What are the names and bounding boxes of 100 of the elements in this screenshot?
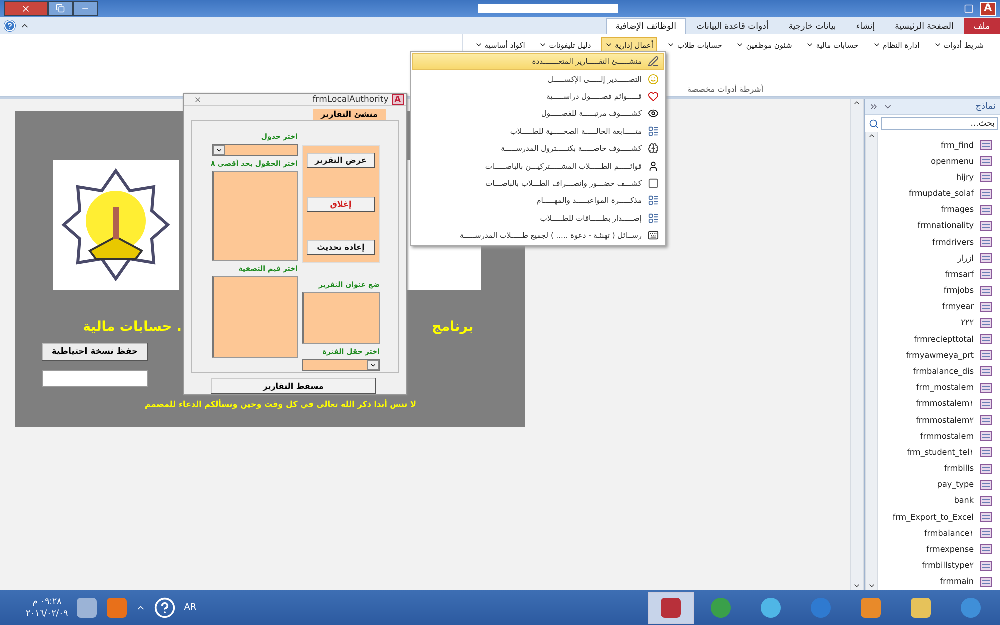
app-icon[interactable]: A (980, 2, 996, 16)
form-icon (980, 172, 992, 182)
form-tab[interactable]: منشئ التقارير (313, 109, 386, 120)
form-icon (980, 480, 992, 490)
form-icon (980, 398, 992, 409)
help-icon[interactable] (154, 596, 176, 618)
list-field[interactable] (212, 276, 298, 358)
language-indicator[interactable]: AR (184, 602, 197, 612)
caret-icon (474, 41, 483, 49)
form-list-item[interactable]: frmyawmeya_prt (878, 347, 1000, 364)
form-list-item[interactable]: frmjobs (878, 282, 1000, 299)
ribbon-tab[interactable]: ملف (964, 18, 1000, 34)
form-icon (980, 464, 992, 474)
form-icon (648, 126, 659, 137)
scroll-up-icon[interactable] (853, 99, 861, 107)
program-title: برنامج (432, 319, 474, 335)
form-list-item[interactable]: frmmostalem (878, 428, 1000, 444)
form-list-item[interactable]: frmbillstype٢ (878, 557, 1000, 574)
form-list-item[interactable]: frmexpense (878, 541, 1000, 558)
ribbon-tab[interactable]: الصفحة الرئيسية (885, 18, 964, 34)
form-list-item[interactable]: ازرار (878, 250, 1000, 266)
form-list-item[interactable]: frmbalance١ (878, 525, 1000, 542)
close-button[interactable] (4, 1, 48, 16)
person-icon (648, 160, 659, 172)
form-button[interactable]: مسقط التقارير (211, 378, 376, 394)
form-icon (980, 220, 992, 231)
form-button[interactable]: عرض التقرير (307, 153, 375, 168)
keyboard-icon (648, 230, 659, 242)
pane-title: نماذج (976, 102, 996, 112)
form-list-item[interactable]: ٢٢٢ (878, 314, 1000, 332)
form-list-item[interactable]: frmreciepttotal (878, 331, 1000, 348)
form-icon (980, 528, 992, 538)
form-icon (980, 415, 992, 425)
ribbon-tab[interactable]: بيانات خارجية (778, 18, 846, 34)
caret-icon (934, 41, 942, 49)
brain-icon (648, 143, 659, 154)
caret-icon (806, 41, 814, 49)
form-button[interactable]: إغلاق (307, 196, 375, 212)
clock-time: ٠٩:٢٨ م (32, 596, 62, 606)
close-icon (21, 4, 31, 14)
clock-date: ٢٠١٦/٠٢/٠٩ (26, 608, 68, 618)
form-list-item[interactable]: frm_Export_to_Excel (878, 508, 1000, 526)
form-icon (980, 286, 992, 296)
form-list-item[interactable]: bank (878, 492, 1000, 509)
search-icon[interactable] (867, 118, 881, 128)
form-list-item[interactable]: frmnationality (878, 218, 1000, 234)
form-list-item[interactable]: frmdrivers (878, 234, 1000, 250)
form-list-item[interactable]: frmmain (878, 574, 1000, 590)
form-icon (980, 237, 992, 248)
footer-text: لا تنس أبدا ذكر الله تعالى في كل وقت وحين ونسألكم الدعاء للمصمم (145, 400, 416, 409)
form-list-item[interactable]: frmbalance_dis (878, 363, 1000, 380)
form-list-item[interactable]: frm_mostalem (878, 380, 1000, 396)
scroll-up-icon[interactable] (868, 132, 876, 140)
backup-button[interactable]: حفظ نسخة احتياطية (42, 343, 148, 361)
list-field[interactable] (212, 171, 298, 261)
form-list-item[interactable]: frmmostalem١ (878, 396, 1000, 412)
search-field[interactable]: بحث... (881, 117, 998, 130)
dropdown-field[interactable] (212, 144, 298, 156)
form-list-item[interactable]: frmbills (878, 460, 1000, 477)
help-icon[interactable] (4, 20, 16, 32)
square-icon (648, 178, 659, 189)
collapse-icon[interactable] (869, 102, 879, 112)
form-icon (980, 204, 992, 215)
text-field[interactable] (302, 292, 380, 344)
app-icon: A (392, 94, 404, 105)
form-icon (980, 447, 992, 458)
ribbon-tab[interactable]: أدوات قاعدة البيانات (686, 18, 779, 34)
dropdown-field[interactable] (302, 359, 380, 371)
form-button[interactable]: إعادة تحديث (307, 240, 375, 255)
form-icon (980, 366, 992, 376)
form-list-item[interactable]: openmenu (878, 153, 1000, 170)
input-field[interactable] (42, 370, 148, 387)
minimize-button[interactable] (73, 1, 98, 16)
ribbon-tab[interactable]: إنشاء (846, 18, 886, 34)
form-list-item[interactable]: pay_type (878, 476, 1000, 493)
form-list-item[interactable]: hijry (878, 169, 1000, 186)
taskbar-app-button[interactable] (648, 592, 694, 624)
form-icon (980, 269, 992, 280)
form-list-item[interactable]: frmsarf (878, 266, 1000, 283)
form-icon (980, 382, 992, 393)
form-list-item[interactable]: frmmostalem٢ (878, 412, 1000, 428)
ribbon-tab[interactable]: الوظائف الإضافية (606, 18, 686, 34)
form-icon (648, 195, 659, 206)
scrollbar[interactable] (850, 99, 864, 590)
form-list-item[interactable]: frmupdate_solaf (878, 186, 1000, 202)
close-icon[interactable] (194, 96, 202, 104)
form-icon (980, 512, 992, 522)
form-list-item[interactable]: frmyear (878, 298, 1000, 315)
heart-icon (648, 90, 659, 102)
scrollbar[interactable] (865, 132, 878, 590)
caret-icon (213, 145, 225, 155)
form-icon (980, 140, 992, 150)
restore-button[interactable] (48, 1, 73, 16)
form-list-item[interactable]: frm_find (878, 137, 1000, 154)
form-list-item[interactable]: frm_student_tel١ (878, 444, 1000, 460)
form-icon (980, 560, 992, 571)
caret-icon (667, 41, 676, 49)
form-list-item[interactable]: frmages (878, 202, 1000, 218)
window-title: frmLocalAuthority (312, 94, 389, 104)
program-title: . حسابات مالية (83, 319, 182, 335)
